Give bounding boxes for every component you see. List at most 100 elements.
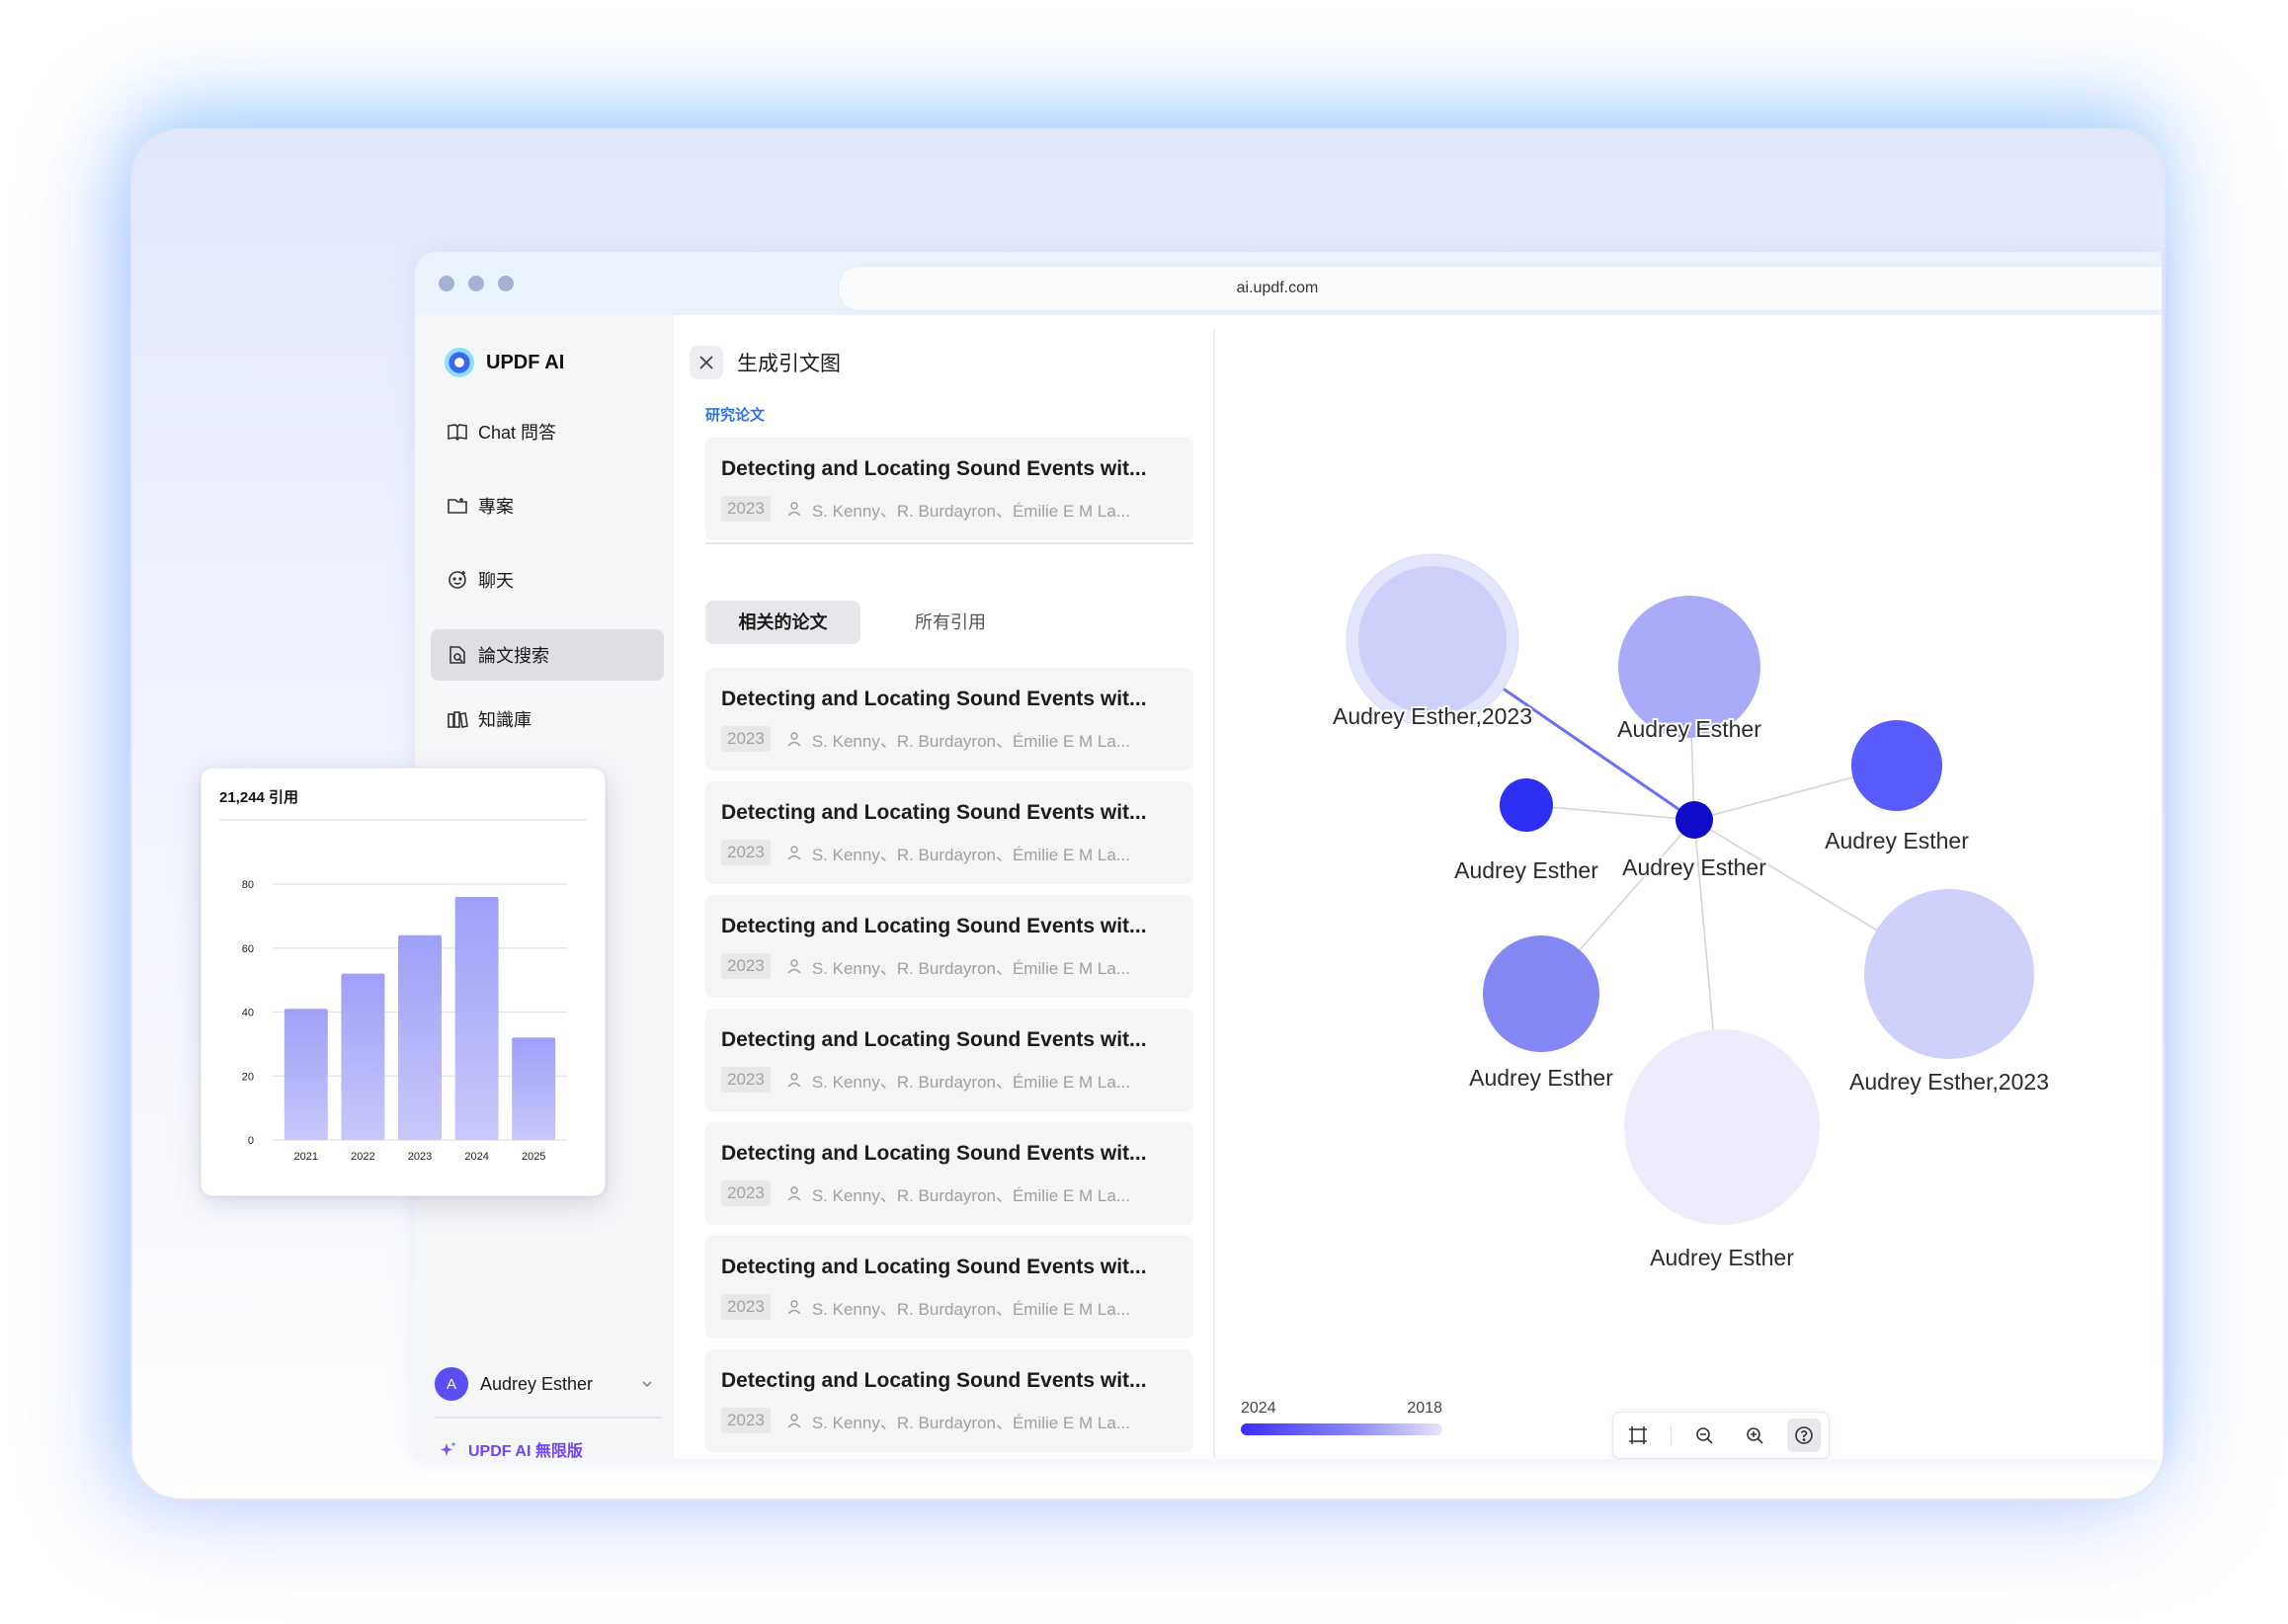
- citation-node[interactable]: [1483, 935, 1599, 1052]
- x-tick-label: 2023: [408, 1151, 432, 1163]
- person-icon: [787, 959, 801, 974]
- citation-bar-chart: 0 20 40 60 80 2021 2022 2023 2024 2025: [242, 879, 567, 1163]
- paper-meta: 2023 S. Kenny、R. Burdayron、Émilie E M La.…: [721, 1293, 1130, 1321]
- person-icon: [787, 1186, 801, 1201]
- sidebar-item-library[interactable]: 知識庫: [431, 693, 664, 745]
- paper-title: Detecting and Locating Sound Events wit.…: [721, 1256, 1147, 1278]
- chevron-down-icon: [642, 1381, 652, 1388]
- sidebar-item-projects[interactable]: 專案: [431, 480, 664, 531]
- x-tick-label: 2021: [294, 1151, 318, 1163]
- paper-meta: 2023 S. Kenny、R. Burdayron、Émilie E M La.…: [721, 839, 1130, 866]
- center-node[interactable]: [1675, 801, 1713, 839]
- toolbar-divider: [1671, 1425, 1673, 1445]
- paper-title: Detecting and Locating Sound Events wit.…: [721, 801, 1147, 824]
- main-paper-card[interactable]: Detecting and Locating Sound Events wit.…: [705, 438, 1193, 540]
- paper-authors: S. Kenny、R. Burdayron、Émilie E M La...: [811, 1072, 1131, 1092]
- address-bar[interactable]: ai.updf.com: [838, 266, 2162, 311]
- paper-meta: 2023 S. Kenny、R. Burdayron、Émilie E M La.…: [721, 1066, 1130, 1094]
- upgrade-label: UPDF AI 無限版: [468, 1443, 583, 1459]
- y-tick-label: 40: [242, 1008, 254, 1019]
- tab-related-papers[interactable]: 相关的论文: [705, 601, 860, 644]
- citation-node[interactable]: [1500, 778, 1553, 832]
- panel-divider: [705, 542, 1193, 544]
- sidebar-item-chat-room[interactable]: 聊天: [431, 554, 664, 606]
- paper-title: Detecting and Locating Sound Events wit.…: [721, 915, 1147, 937]
- paper-title: Detecting and Locating Sound Events wit.…: [721, 688, 1147, 710]
- sidebar-item-label: 聊天: [478, 571, 514, 591]
- paper-title: Detecting and Locating Sound Events wit.…: [721, 1369, 1147, 1392]
- sidebar-item-paper-search[interactable]: 論文搜索: [431, 629, 664, 681]
- zoom-in-button[interactable]: [1738, 1419, 1771, 1452]
- related-paper-card[interactable]: Detecting and Locating Sound Events wit.…: [705, 1122, 1193, 1225]
- related-paper-card[interactable]: Detecting and Locating Sound Events wit.…: [705, 1349, 1193, 1452]
- node-label: Audrey Esther: [1650, 1245, 1794, 1270]
- related-paper-card[interactable]: Detecting and Locating Sound Events wit.…: [705, 668, 1193, 771]
- chat-book-icon: [448, 424, 467, 442]
- node-label: Audrey Esther: [1469, 1065, 1613, 1091]
- node-label: Audrey Esther: [1617, 716, 1761, 742]
- chat-bubble-icon: [449, 571, 466, 589]
- panel-title: 生成引文图: [737, 353, 841, 375]
- citation-node[interactable]: [1864, 889, 2034, 1059]
- zoom-out-button[interactable]: [1687, 1419, 1721, 1452]
- related-paper-card[interactable]: Detecting and Locating Sound Events wit.…: [705, 1236, 1193, 1339]
- fit-frame-icon: [1629, 1426, 1648, 1444]
- sidebar-item-chat[interactable]: Chat 問答: [431, 406, 664, 457]
- app-logo[interactable]: UPDF AI: [445, 345, 564, 380]
- citation-node[interactable]: [1358, 566, 1507, 714]
- paper-search-icon: [449, 646, 465, 664]
- paper-meta: 2023 S. Kenny、R. Burdayron、Émilie E M La.…: [721, 1407, 1130, 1434]
- window-close-dot[interactable]: [439, 276, 454, 291]
- browser-window: ai.updf.com UPDF AI Chat 問答 專案 聊天 論文搜索 知…: [415, 252, 2162, 1459]
- y-tick-label: 80: [242, 879, 254, 891]
- paper-authors: S. Kenny、R. Burdayron、Émilie E M La...: [811, 1299, 1131, 1319]
- zoom-out-icon: [1696, 1427, 1714, 1444]
- node-label: Audrey Esther: [1622, 854, 1766, 880]
- time-legend-start: 2024: [1241, 1400, 1276, 1417]
- graph-canvas[interactable]: Audrey Esther,2023 Audrey Esther Audrey Es…: [1215, 329, 2162, 1396]
- chart-bar: [398, 934, 442, 1140]
- time-legend-end: 2018: [1407, 1400, 1442, 1417]
- node-label: Audrey Esther: [1825, 828, 1969, 853]
- help-icon: [1795, 1426, 1813, 1444]
- tab-all-citations[interactable]: 所有引用: [901, 601, 1000, 644]
- related-paper-card[interactable]: Detecting and Locating Sound Events wit.…: [705, 1009, 1193, 1111]
- person-icon: [787, 732, 801, 747]
- url-text: ai.updf.com: [1236, 280, 1319, 296]
- x-tick-label: 2024: [464, 1151, 488, 1163]
- user-name: Audrey Esther: [480, 1373, 594, 1394]
- person-icon: [787, 502, 801, 517]
- related-paper-card[interactable]: Detecting and Locating Sound Events wit.…: [705, 895, 1193, 998]
- sparkle-icon: [441, 1441, 456, 1456]
- citation-node[interactable]: [1624, 1029, 1820, 1225]
- sidebar-item-label: 專案: [478, 497, 514, 517]
- paper-year: 2023: [721, 840, 771, 865]
- time-gradient-bar: [1241, 1423, 1442, 1435]
- paper-year: 2023: [721, 953, 771, 979]
- citation-graph[interactable]: Audrey Esther,2023 Audrey Esther Audrey Es…: [1213, 329, 2162, 1459]
- paper-authors: S. Kenny、R. Burdayron、Émilie E M La...: [811, 1413, 1131, 1432]
- help-button[interactable]: [1786, 1419, 1821, 1452]
- window-maximize-dot[interactable]: [498, 276, 514, 291]
- paper-meta: 2023 S. Kenny、R. Burdayron、Émilie E M La.…: [721, 725, 1130, 753]
- node-label: Audrey Esther,2023: [1333, 703, 1532, 729]
- person-icon: [787, 1073, 801, 1088]
- sidebar-item-label: 知識庫: [478, 710, 531, 730]
- fit-view-button[interactable]: [1621, 1419, 1655, 1452]
- y-tick-label: 20: [242, 1071, 254, 1083]
- paper-authors: S. Kenny、R. Burdayron、Émilie E M La...: [811, 1185, 1131, 1205]
- sidebar-item-label: Chat 問答: [478, 423, 557, 443]
- close-button[interactable]: [690, 346, 723, 379]
- person-icon: [787, 846, 801, 860]
- person-icon: [787, 1300, 801, 1315]
- citation-node[interactable]: [1851, 720, 1942, 811]
- updf-logo-icon: [445, 348, 474, 377]
- window-minimize-dot[interactable]: [468, 276, 484, 291]
- graph-toolbar: [1612, 1412, 1830, 1459]
- related-paper-card[interactable]: Detecting and Locating Sound Events wit.…: [705, 781, 1193, 884]
- user-menu[interactable]: A Audrey Esther: [435, 1364, 662, 1404]
- upgrade-link[interactable]: UPDF AI 無限版: [439, 1437, 583, 1459]
- paper-year: 2023: [721, 1180, 771, 1206]
- zoom-in-icon: [1746, 1427, 1763, 1444]
- chart-bar: [454, 896, 499, 1140]
